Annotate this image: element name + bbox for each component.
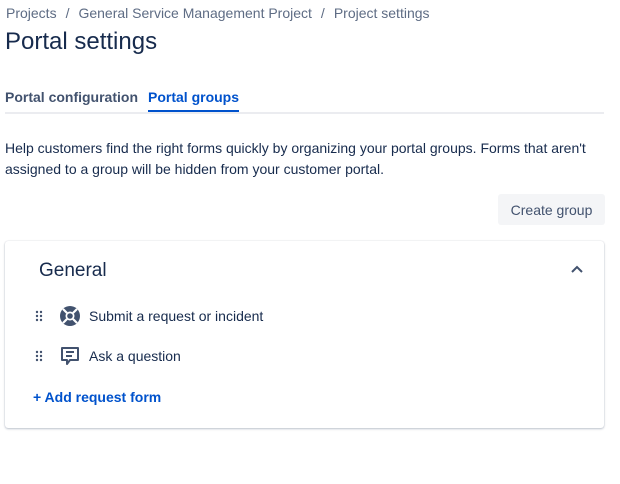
help-text: Help customers find the right forms quic… [5, 140, 586, 177]
breadcrumb-separator: / [65, 5, 70, 21]
request-form-item[interactable]: Submit a request or incident [35, 305, 435, 329]
breadcrumb-separator: / [320, 5, 325, 21]
create-group-button[interactable]: Create group [498, 194, 605, 225]
drag-handle-icon[interactable] [35, 350, 43, 362]
breadcrumb-project-settings[interactable]: Project settings [334, 5, 430, 21]
portal-group-card: General Submit a request or incident Ask… [5, 241, 604, 428]
breadcrumb-project[interactable]: General Service Management Project [78, 5, 311, 21]
add-request-form-link[interactable]: + Add request form [33, 389, 161, 405]
breadcrumb: Projects / General Service Management Proj… [6, 5, 430, 21]
request-form-item[interactable]: Ask a question [35, 345, 435, 369]
page-title: Portal settings [5, 28, 158, 55]
group-title: General [39, 260, 107, 281]
tab-portal-groups[interactable]: Portal groups [148, 89, 240, 112]
tab-portal-configuration[interactable]: Portal configuration [5, 89, 138, 105]
breadcrumb-projects[interactable]: Projects [6, 5, 57, 21]
lifebuoy-icon [60, 306, 80, 326]
request-form-label: Ask a question [89, 348, 181, 364]
chevron-up-icon[interactable] [570, 264, 584, 274]
comment-icon [61, 347, 79, 365]
request-form-label: Submit a request or incident [89, 308, 264, 324]
drag-handle-icon[interactable] [35, 310, 43, 322]
tab-list: Portal configuration Portal groups [5, 88, 604, 114]
